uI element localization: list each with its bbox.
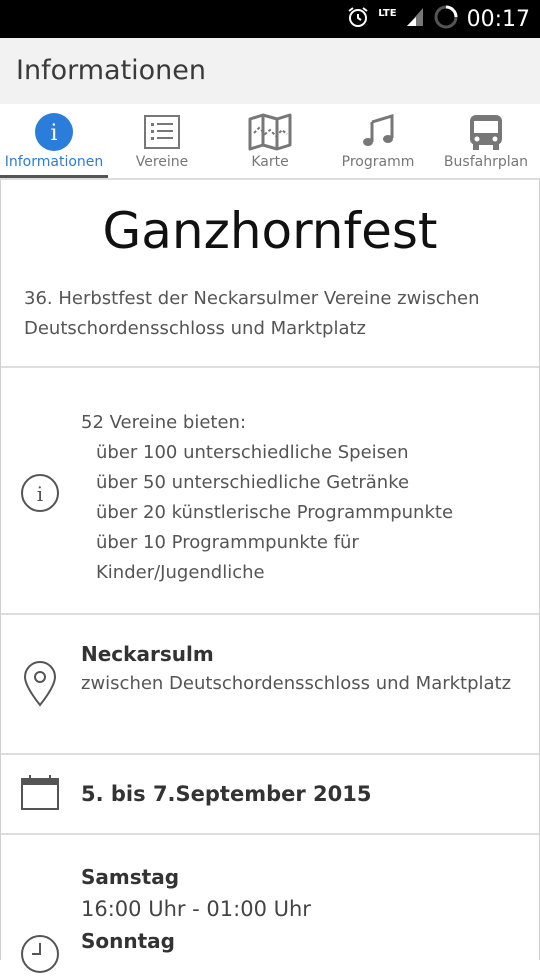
offers-intro: 52 Vereine bieten: — [81, 412, 247, 433]
tab-vereine[interactable]: Vereine — [108, 104, 216, 178]
calendar-icon — [19, 773, 61, 815]
tab-bar: i Informationen Vereine Karte Programm B… — [0, 104, 540, 178]
info-icon: i — [32, 110, 76, 154]
status-bar: LTE 00:17 — [0, 0, 540, 38]
hours-section: Samstag 16:00 Uhr - 01:00 Uhr Sonntag — [1, 835, 539, 975]
bus-icon — [464, 110, 508, 154]
date-section[interactable]: 5. bis 7.September 2015 — [1, 755, 539, 835]
tab-busfahrplan[interactable]: Busfahrplan — [432, 104, 540, 178]
date-text: 5. bis 7.September 2015 — [81, 779, 525, 809]
location-name: Neckarsulm — [81, 642, 214, 666]
map-icon — [248, 110, 292, 154]
info-content[interactable]: Ganzhornfest 36. Herbstfest der Neckarsu… — [0, 180, 540, 973]
music-icon — [356, 110, 400, 154]
alarm-icon — [346, 5, 370, 33]
svg-text:i: i — [50, 121, 57, 146]
page-title: Informationen — [16, 55, 207, 86]
day-time: 16:00 Uhr - 01:00 Uhr — [81, 897, 311, 921]
svg-text:i: i — [37, 482, 43, 506]
location-text: Neckarsulm zwischen Deutschordensschloss… — [81, 639, 525, 699]
tab-label: Programm — [341, 154, 415, 170]
info-outline-icon: i — [19, 472, 61, 514]
clock-icon — [19, 933, 61, 975]
signal-icon — [405, 6, 425, 32]
location-pin-icon — [19, 661, 61, 707]
network-type: LTE — [378, 7, 397, 19]
day-label: Samstag — [81, 865, 180, 889]
offers-text: 52 Vereine bieten: über 100 unterschiedl… — [81, 408, 525, 588]
location-section[interactable]: Neckarsulm zwischen Deutschordensschloss… — [1, 615, 539, 755]
event-header: Ganzhornfest 36. Herbstfest der Neckarsu… — [1, 180, 539, 368]
tab-programm[interactable]: Programm — [324, 104, 432, 178]
location-detail: zwischen Deutschordensschloss und Marktp… — [81, 673, 512, 694]
event-subtitle: 36. Herbstfest der Neckarsulmer Vereine … — [24, 288, 480, 339]
app-bar: Informationen — [0, 38, 540, 104]
clock: 00:17 — [466, 6, 530, 32]
offer-item: über 20 künstlerische Programmpunkte — [96, 502, 454, 523]
status-icons: LTE 00:17 — [346, 0, 530, 38]
list-icon — [140, 110, 184, 154]
tab-label: Informationen — [4, 154, 104, 170]
offer-item: über 10 Programmpunkte für Kinder/Jugend… — [96, 532, 359, 583]
tab-label: Vereine — [135, 154, 189, 170]
tab-informationen[interactable]: i Informationen — [0, 104, 108, 178]
event-title: Ganzhornfest — [102, 202, 438, 260]
loading-icon — [433, 4, 459, 34]
tab-karte[interactable]: Karte — [216, 104, 324, 178]
tab-label: Karte — [251, 154, 289, 170]
offers-section: i 52 Vereine bieten: über 100 unterschie… — [1, 368, 539, 615]
tab-label: Busfahrplan — [443, 154, 529, 170]
offer-item: über 100 unterschiedliche Speisen — [96, 442, 409, 463]
date-value: 5. bis 7.September 2015 — [81, 782, 372, 806]
offer-item: über 50 unterschiedliche Getränke — [96, 472, 410, 493]
day-label: Sonntag — [81, 929, 175, 953]
hours-text: Samstag 16:00 Uhr - 01:00 Uhr Sonntag — [81, 861, 525, 957]
